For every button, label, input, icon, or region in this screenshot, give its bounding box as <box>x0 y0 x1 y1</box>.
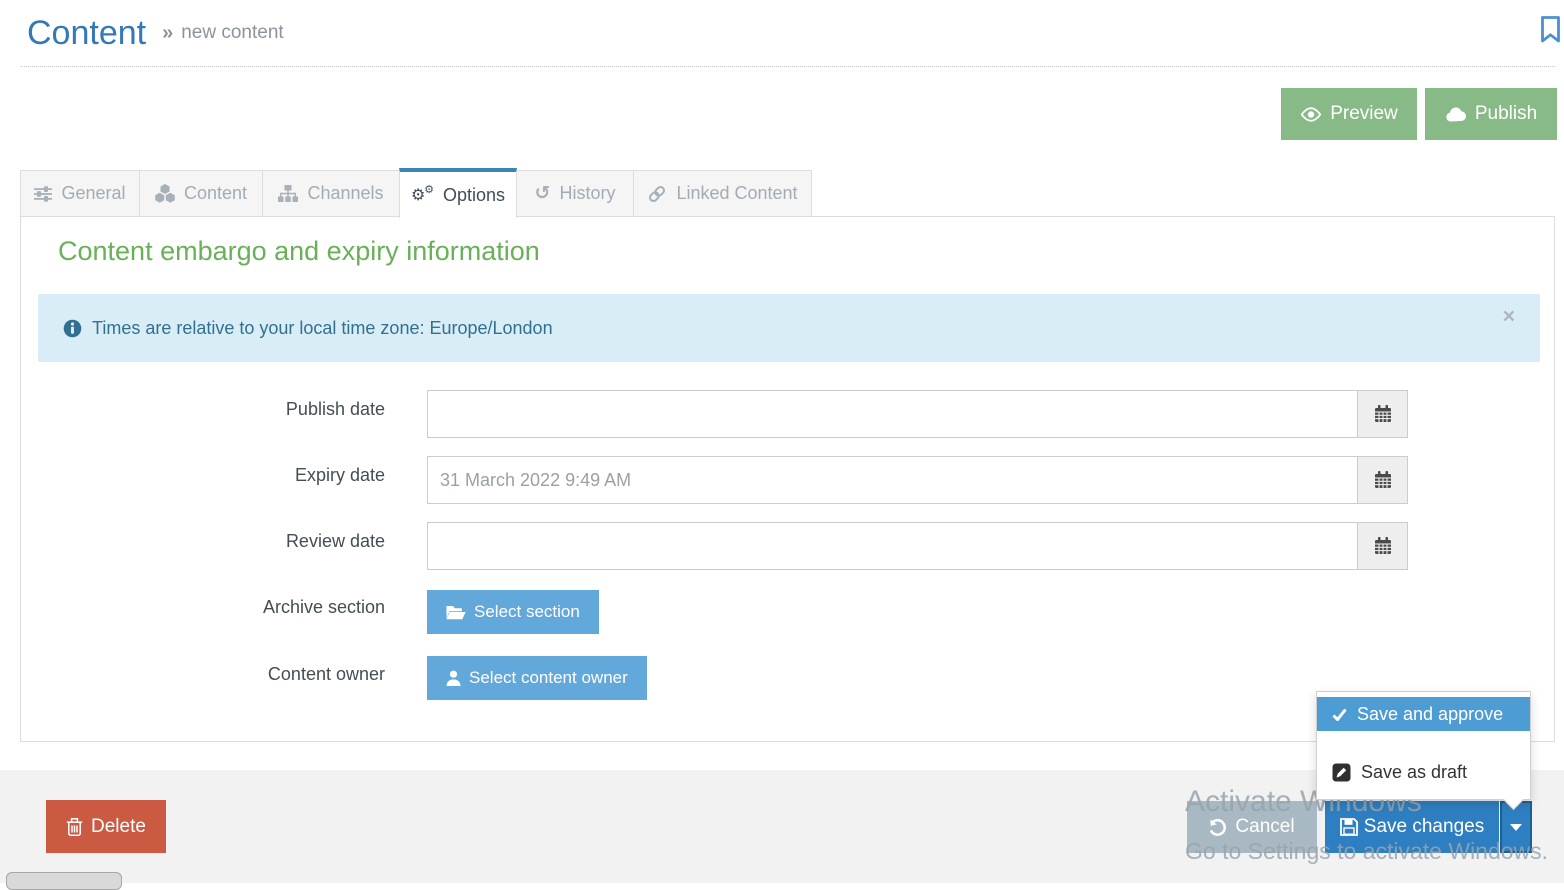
undo-icon <box>1209 819 1227 836</box>
trash-icon <box>66 818 83 836</box>
menu-item-save-as-draft[interactable]: Save as draft <box>1317 755 1530 789</box>
cancel-button[interactable]: Cancel <box>1187 801 1317 853</box>
tab-label: Channels <box>307 183 383 204</box>
preview-button[interactable]: Preview <box>1281 88 1417 140</box>
save-changes-button[interactable]: Save changes <box>1325 801 1499 853</box>
floppy-icon <box>1340 818 1358 836</box>
calendar-icon[interactable] <box>1357 522 1408 570</box>
page-title: Content <box>27 14 146 53</box>
cms-content-options-page: { "page": { "title": "Content", "breadcr… <box>0 0 1564 883</box>
tab-label: Content <box>184 183 247 204</box>
save-changes-label: Save changes <box>1364 816 1484 838</box>
calendar-icon[interactable] <box>1357 390 1408 438</box>
review-date-label: Review date <box>20 531 385 552</box>
breadcrumb: new content <box>181 22 283 44</box>
check-icon <box>1332 708 1347 721</box>
publish-date-group <box>427 390 1408 438</box>
folder-open-icon <box>446 605 466 620</box>
pencil-square-icon <box>1332 763 1351 782</box>
review-date-group <box>427 522 1408 570</box>
alert-text: Times are relative to your local time zo… <box>92 318 553 339</box>
menu-item-save-and-approve[interactable]: Save and approve <box>1317 697 1530 731</box>
info-circle-icon <box>63 319 82 338</box>
publish-label: Publish <box>1475 103 1537 125</box>
caret-down-icon <box>1510 824 1522 831</box>
sliders-icon <box>34 186 52 202</box>
select-section-button[interactable]: Select section <box>427 590 599 634</box>
eye-icon <box>1300 107 1322 122</box>
page-header: Content » new content <box>20 0 1555 67</box>
expiry-date-input[interactable] <box>427 456 1358 504</box>
expiry-date-group <box>427 456 1408 504</box>
cloud-icon <box>1445 107 1467 122</box>
archive-section-label: Archive section <box>20 597 385 618</box>
breadcrumb-separator: » <box>162 22 173 45</box>
tab-bar: General Content Channels ⚙⚙ Options ↺ Hi… <box>20 168 812 217</box>
select-content-owner-label: Select content owner <box>469 668 628 688</box>
review-date-input[interactable] <box>427 522 1358 570</box>
user-icon <box>446 670 461 686</box>
status-tooltip <box>6 872 122 890</box>
preview-label: Preview <box>1330 103 1398 125</box>
sitemap-icon <box>278 185 298 202</box>
tab-label: Linked Content <box>676 183 797 204</box>
tab-general[interactable]: General <box>20 170 140 217</box>
menu-item-label: Save and approve <box>1357 704 1503 725</box>
section-heading: Content embargo and expiry information <box>58 236 540 267</box>
select-section-label: Select section <box>474 602 580 622</box>
publish-button[interactable]: Publish <box>1425 88 1557 140</box>
history-icon: ↺ <box>535 184 551 203</box>
tab-linked-content[interactable]: Linked Content <box>633 170 812 217</box>
tab-label: History <box>559 183 615 204</box>
publish-date-input[interactable] <box>427 390 1358 438</box>
calendar-icon[interactable] <box>1357 456 1408 504</box>
info-alert: Times are relative to your local time zo… <box>38 294 1540 362</box>
tab-history[interactable]: ↺ History <box>516 170 634 217</box>
expiry-date-label: Expiry date <box>20 465 385 486</box>
content-owner-label: Content owner <box>20 664 385 685</box>
tab-label: General <box>61 183 125 204</box>
publish-date-label: Publish date <box>20 399 385 420</box>
menu-item-label: Save as draft <box>1361 762 1467 783</box>
tab-options[interactable]: ⚙⚙ Options <box>399 168 517 218</box>
delete-label: Delete <box>91 816 146 838</box>
select-content-owner-button[interactable]: Select content owner <box>427 656 647 700</box>
cubes-icon <box>155 184 175 203</box>
tab-content[interactable]: Content <box>139 170 263 217</box>
close-icon[interactable]: × <box>1503 306 1515 327</box>
tab-label: Options <box>443 185 505 206</box>
cancel-label: Cancel <box>1235 816 1294 838</box>
cogs-icon: ⚙⚙ <box>411 186 434 205</box>
save-options-toggle-button[interactable] <box>1500 801 1532 853</box>
link-icon <box>647 184 667 204</box>
save-dropdown-menu: Save and approve Save as draft <box>1316 691 1531 800</box>
bookmark-icon[interactable] <box>1540 16 1561 43</box>
delete-button[interactable]: Delete <box>46 800 166 853</box>
tab-channels[interactable]: Channels <box>262 170 400 217</box>
